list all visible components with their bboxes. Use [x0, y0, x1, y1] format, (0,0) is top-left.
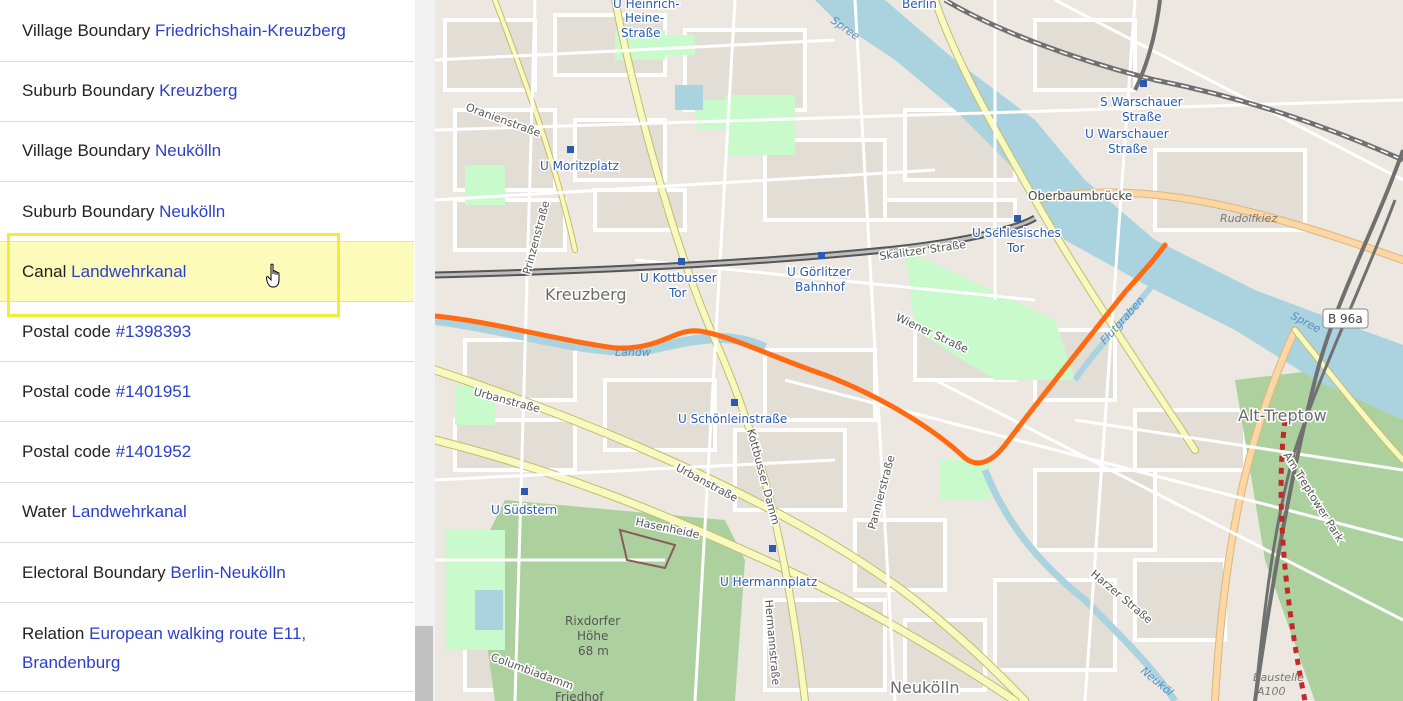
result-link[interactable]: Neukölln	[155, 141, 221, 160]
svg-text:Heine-: Heine-	[625, 11, 664, 25]
result-link[interactable]: #1401952	[116, 442, 192, 461]
label-landwehr: Landw	[615, 346, 651, 359]
result-row-electoral-boundary[interactable]: Electoral Boundary Berlin-Neukölln	[0, 543, 414, 603]
label-alt-treptow: Alt-Treptow	[1238, 406, 1327, 425]
result-link[interactable]: #1401951	[116, 382, 192, 401]
svg-text:Tor: Tor	[668, 286, 687, 300]
label-moritzplatz: U Moritzplatz	[540, 159, 619, 173]
result-row-village-boundary-fk[interactable]: Village Boundary Friedrichshain-Kreuzber…	[0, 0, 414, 62]
result-type: Suburb Boundary	[22, 202, 155, 221]
label-b96a: B 96a	[1328, 312, 1363, 326]
result-link[interactable]: #1398393	[116, 322, 192, 341]
label-u-warschauer: U Warschauer	[1085, 127, 1169, 141]
label-berlin: Berlin	[902, 0, 937, 11]
pond	[675, 85, 703, 110]
result-row-suburb-boundary-kreuzberg[interactable]: Suburb Boundary Kreuzberg	[0, 62, 414, 122]
result-link[interactable]: Friedrichshain-Kreuzberg	[155, 21, 346, 40]
sidebar-scrollbar-thumb[interactable]	[415, 626, 433, 701]
result-link[interactable]: Neukölln	[159, 202, 225, 221]
result-type: Water	[22, 502, 67, 521]
result-type: Suburb Boundary	[22, 81, 155, 100]
svg-text:Höhe: Höhe	[577, 629, 608, 643]
hover-highlight-frame	[7, 233, 340, 317]
result-type: Postal code	[22, 442, 111, 461]
label-rudolfkiez: Rudolfkiez	[1220, 212, 1277, 225]
label-baustelle: Baustelle	[1253, 671, 1304, 684]
svg-text:A100: A100	[1256, 685, 1286, 698]
pond	[475, 590, 503, 630]
result-type: Postal code	[22, 382, 111, 401]
svg-text:Straße: Straße	[1122, 110, 1162, 124]
label-rixdorfer-hoehe: Rixdorfer	[565, 614, 620, 628]
result-type: Village Boundary	[22, 141, 151, 160]
hand-cursor-icon	[265, 263, 284, 289]
label-kottbusser-tor: U Kottbusser	[640, 271, 717, 285]
label-s-warschauer: S Warschauer	[1100, 95, 1183, 109]
result-link[interactable]: Kreuzberg	[159, 81, 237, 100]
label-suedstern: U Südstern	[491, 503, 557, 517]
result-type: Postal code	[22, 322, 111, 341]
result-row-village-boundary-neukoelln[interactable]: Village Boundary Neukölln	[0, 122, 414, 182]
label-oberbaumbruecke: Oberbaumbrücke	[1028, 189, 1132, 203]
result-link[interactable]: Berlin-Neukölln	[170, 563, 285, 582]
svg-text:Straße: Straße	[621, 26, 661, 40]
search-results-sidebar: Village Boundary Friedrichshain-Kreuzber…	[0, 0, 415, 701]
svg-text:U Heinrich-: U Heinrich-	[613, 0, 680, 11]
sidebar-scrollbar-track[interactable]	[415, 0, 435, 701]
map-view[interactable]: U Heinrich- Heine- Straße Berlin Spree S…	[435, 0, 1403, 701]
result-type: Electoral Boundary	[22, 563, 166, 582]
result-link[interactable]: Landwehrkanal	[71, 502, 186, 521]
svg-text:Tor: Tor	[1006, 241, 1025, 255]
label-kreuzberg: Kreuzberg	[545, 285, 627, 304]
label-hermannplatz: U Hermannplatz	[720, 575, 817, 589]
label-goerlitzer: U Görlitzer	[787, 265, 851, 279]
label-neukoelln: Neukölln	[890, 678, 959, 697]
label-heinrich-heine: U Heinrich-	[613, 0, 680, 11]
result-row-relation-e11[interactable]: Relation European walking route E11, Bra…	[0, 603, 414, 692]
svg-text:68 m: 68 m	[578, 644, 609, 658]
label-schlesisches-tor: U Schlesisches	[972, 226, 1061, 240]
label-schoenleinstrasse: U Schönleinstraße	[678, 412, 787, 426]
result-type: Village Boundary	[22, 21, 151, 40]
label-friedhof: Friedhof	[555, 690, 604, 701]
svg-text:Bahnhof: Bahnhof	[795, 280, 846, 294]
result-row-water-landwehrkanal[interactable]: Water Landwehrkanal	[0, 483, 414, 543]
svg-text:Straße: Straße	[1108, 142, 1148, 156]
result-row-postal-code-1401952[interactable]: Postal code #1401952	[0, 422, 414, 483]
result-type: Relation	[22, 624, 85, 643]
result-row-postal-code-1401951[interactable]: Postal code #1401951	[0, 362, 414, 422]
